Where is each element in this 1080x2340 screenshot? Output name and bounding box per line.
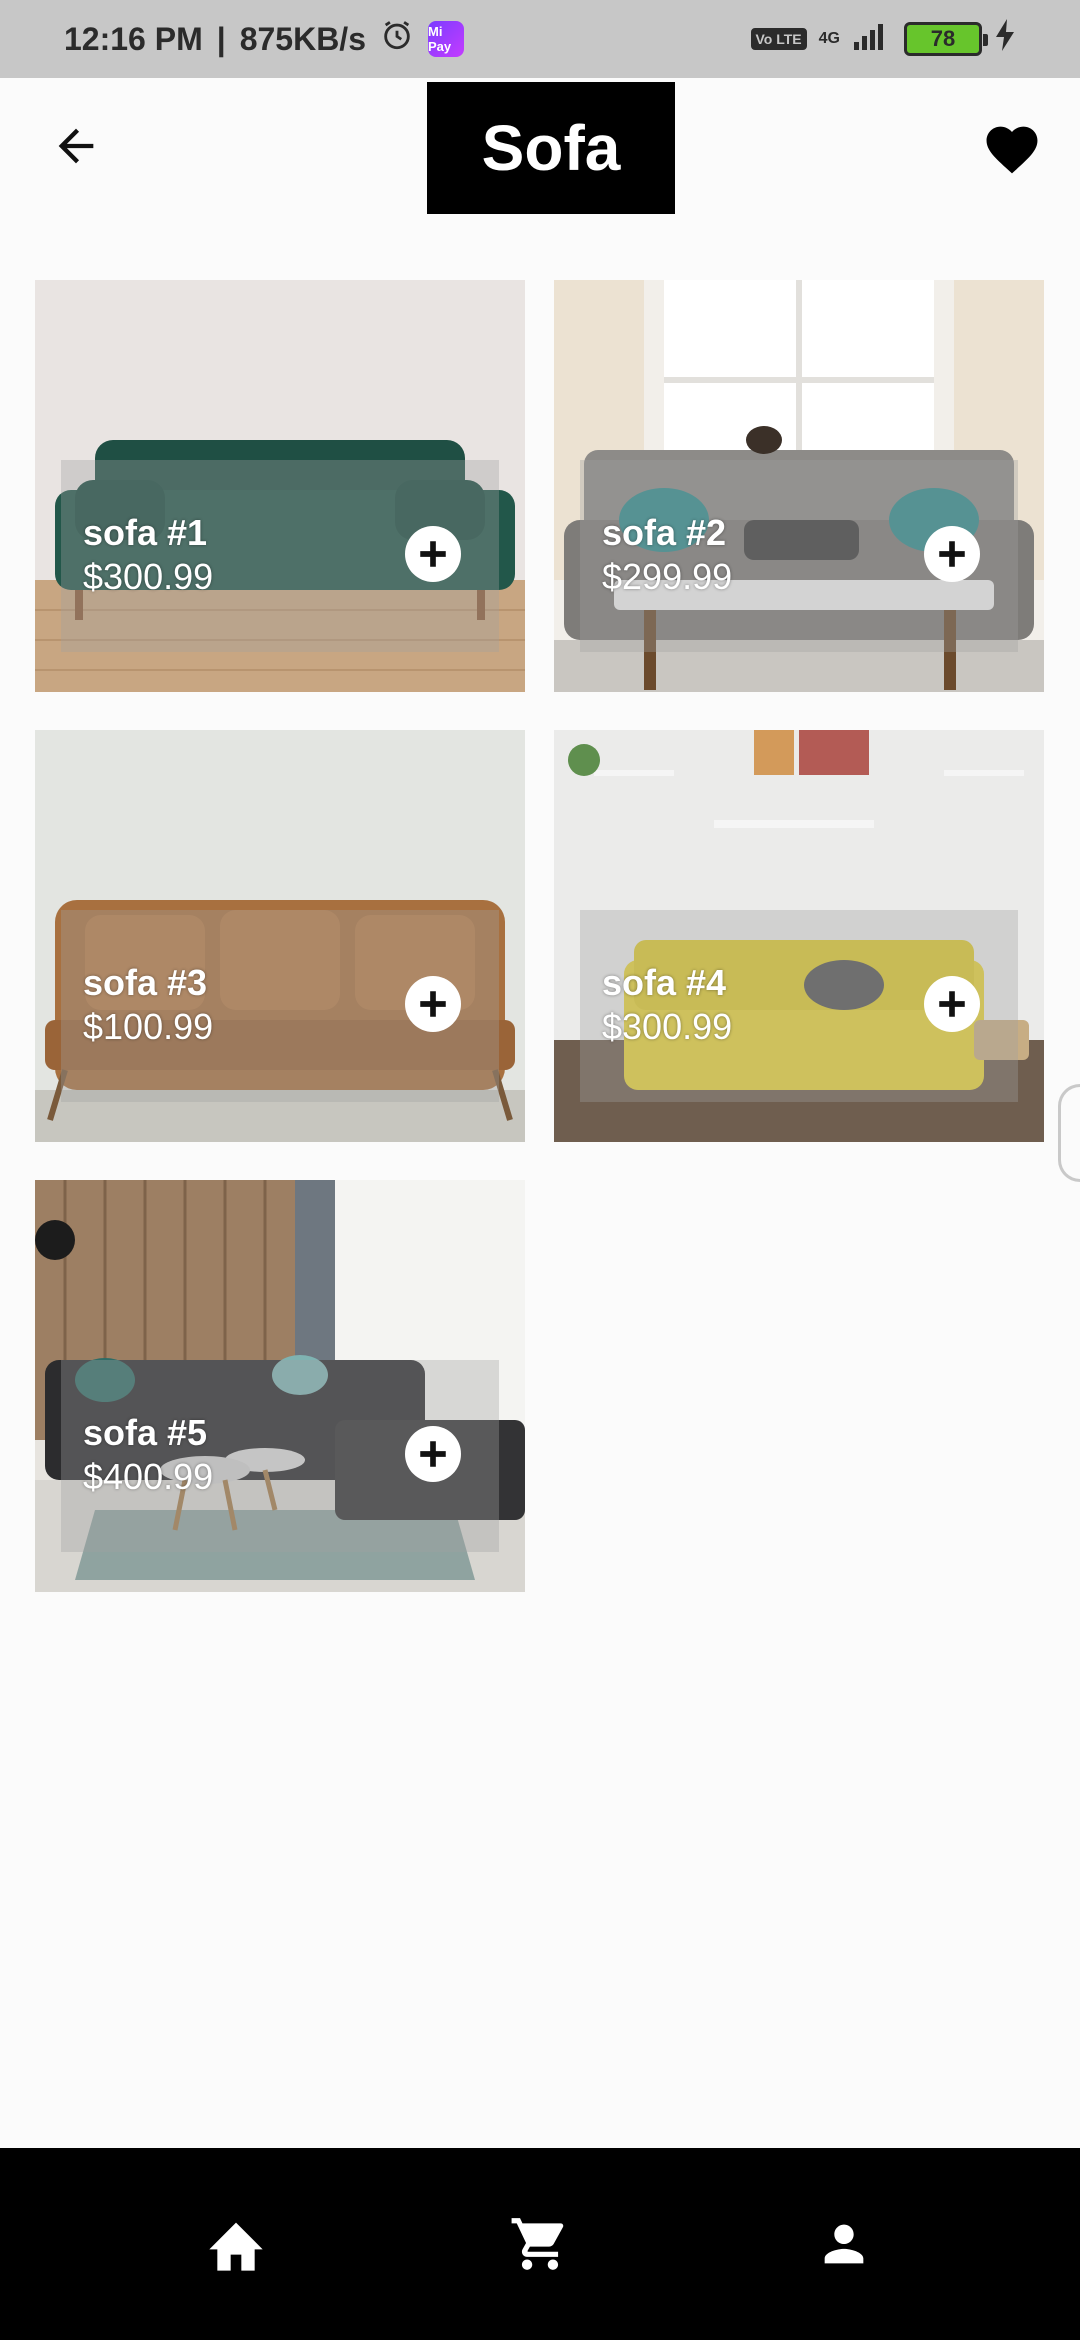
alarm-icon bbox=[380, 18, 414, 60]
app-bar: Sofa bbox=[0, 78, 1080, 218]
nav-profile[interactable] bbox=[806, 2206, 882, 2282]
page-title: Sofa bbox=[481, 112, 621, 184]
status-bar: 12:16 PM | 875KB/s Mi Pay Vo LTE 4G 78 bbox=[0, 0, 1080, 78]
favorites-button[interactable] bbox=[978, 116, 1046, 178]
product-card[interactable]: sofa #5 $400.99 bbox=[35, 1180, 525, 1592]
product-price: $300.99 bbox=[83, 556, 214, 597]
product-card[interactable]: sofa #3 $100.99 bbox=[35, 730, 525, 1142]
product-price: $299.99 bbox=[602, 556, 733, 597]
mi-pay-icon: Mi Pay bbox=[427, 21, 464, 57]
plus-icon bbox=[939, 991, 965, 1017]
charging-icon bbox=[994, 19, 1016, 59]
bottom-navigation bbox=[0, 2148, 1080, 2340]
page-title-box: Sofa bbox=[427, 82, 675, 214]
heart-icon bbox=[986, 126, 1038, 174]
add-to-cart-button[interactable] bbox=[405, 526, 461, 582]
add-to-cart-button[interactable] bbox=[924, 976, 980, 1032]
status-separator: | bbox=[216, 20, 226, 57]
status-time: 12:16 PM bbox=[64, 20, 203, 57]
plus-icon bbox=[420, 541, 446, 567]
product-name: sofa #5 bbox=[83, 1412, 208, 1453]
plus-icon bbox=[420, 1441, 446, 1467]
arrow-left-icon bbox=[58, 128, 94, 164]
battery-level: 78 bbox=[930, 26, 956, 51]
add-to-cart-button[interactable] bbox=[405, 976, 461, 1032]
add-to-cart-button[interactable] bbox=[405, 1426, 461, 1482]
signal-icon bbox=[852, 20, 892, 58]
plus-icon bbox=[939, 541, 965, 567]
plus-icon bbox=[420, 991, 446, 1017]
product-name: sofa #1 bbox=[83, 512, 208, 553]
nav-cart[interactable] bbox=[502, 2206, 578, 2282]
product-name: sofa #4 bbox=[602, 962, 727, 1003]
product-card[interactable]: sofa #4 $300.99 bbox=[554, 730, 1044, 1142]
product-price: $300.99 bbox=[602, 1006, 733, 1047]
back-button[interactable] bbox=[44, 114, 108, 178]
nav-home[interactable] bbox=[198, 2206, 274, 2282]
volte-icon: Vo LTE bbox=[750, 28, 807, 50]
product-card[interactable]: sofa #1 $300.99 bbox=[35, 280, 525, 692]
product-card[interactable]: sofa #2 $299.99 bbox=[554, 280, 1044, 692]
product-name: sofa #3 bbox=[83, 962, 208, 1003]
add-to-cart-button[interactable] bbox=[924, 526, 980, 582]
edge-gesture-handle[interactable] bbox=[1058, 1084, 1080, 1182]
battery-icon: 78 bbox=[904, 22, 988, 56]
network-speed: 875KB/s bbox=[239, 20, 366, 57]
product-price: $100.99 bbox=[83, 1006, 214, 1047]
home-icon bbox=[209, 2222, 263, 2271]
product-price: $400.99 bbox=[83, 1456, 214, 1497]
network-type: 4G bbox=[818, 30, 840, 47]
cart-icon bbox=[511, 2218, 564, 2270]
person-icon bbox=[824, 2224, 864, 2264]
product-name: sofa #2 bbox=[602, 512, 727, 553]
